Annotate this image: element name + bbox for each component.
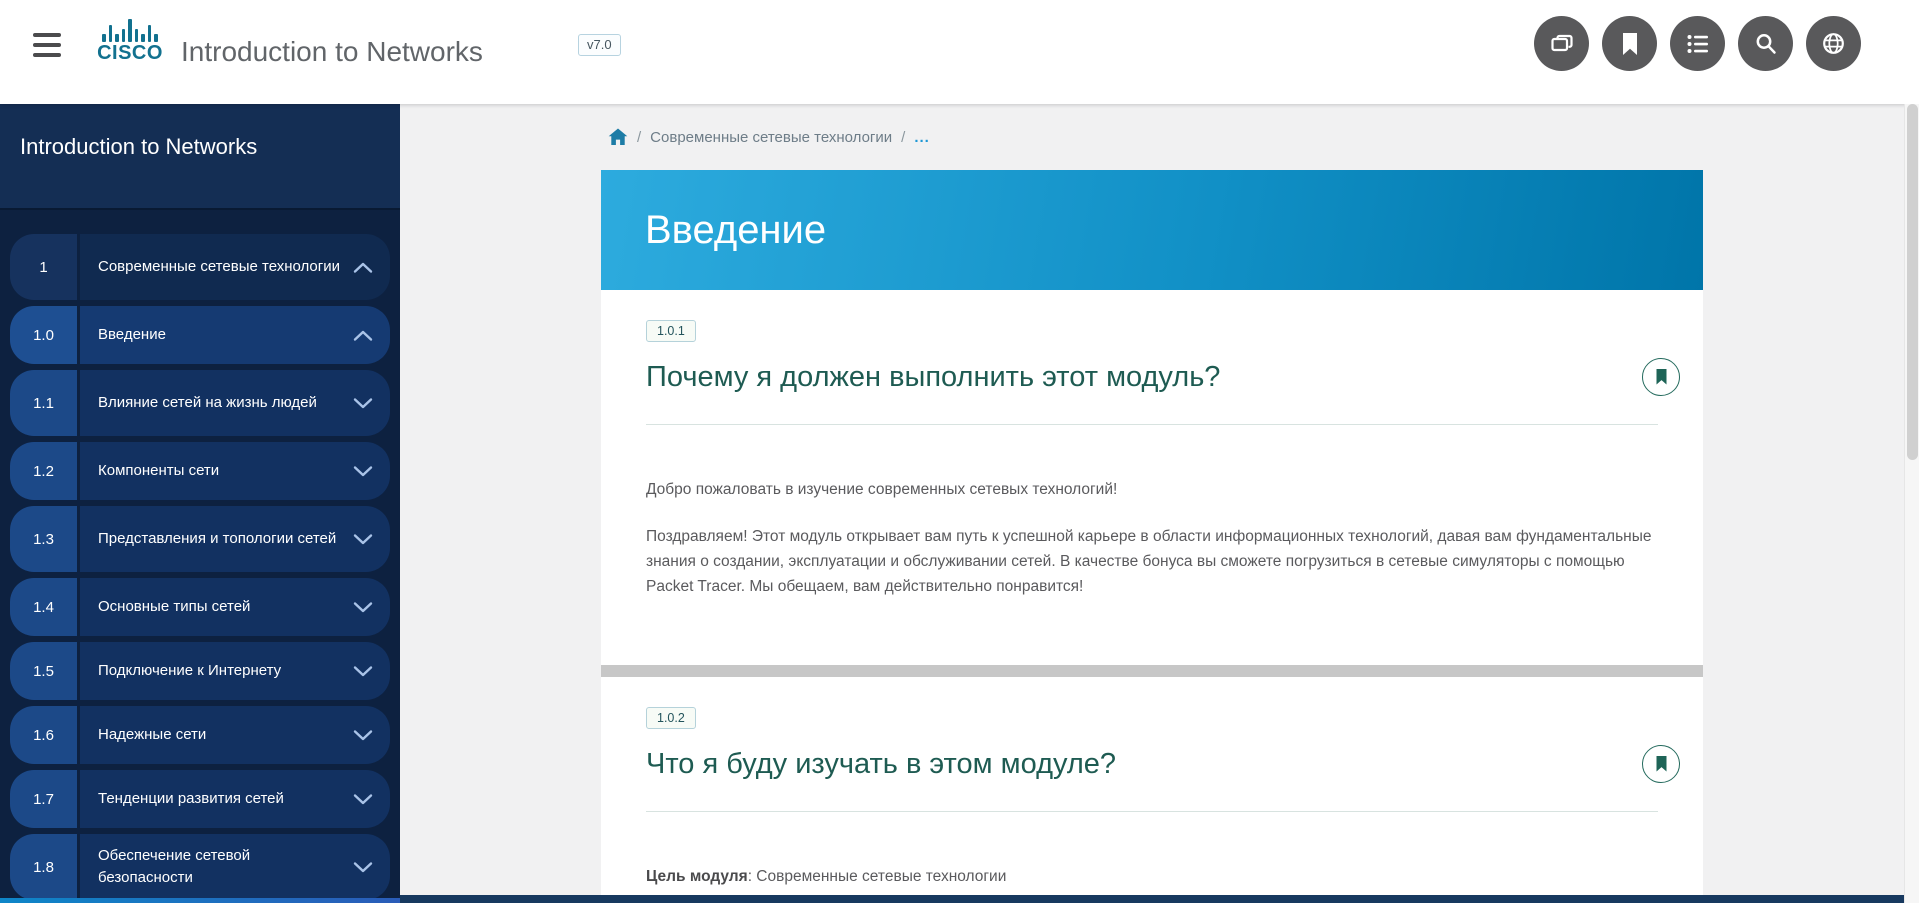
breadcrumb-separator: /	[637, 129, 641, 146]
sidebar-course-title: Introduction to Networks	[20, 134, 380, 160]
home-icon[interactable]	[608, 128, 628, 146]
chevron-up-icon	[352, 261, 374, 274]
topic-rule	[646, 424, 1658, 425]
topic-header: Что я буду изучать в этом модуле?	[646, 745, 1658, 783]
page-scrollbar-track[interactable]	[1904, 104, 1919, 903]
sidebar-item-number: 1.6	[10, 706, 77, 764]
sidebar-item-body: Подключение к Интернету	[80, 642, 390, 700]
module-banner-title: Введение	[645, 208, 826, 253]
sidebar-item-number: 1.8	[10, 834, 77, 900]
sidebar-item-1.3[interactable]: 1.3 Представления и топологии сетей	[10, 506, 390, 572]
sidebar-item-1[interactable]: 1 Современные сетевые технологии	[10, 234, 390, 300]
breadcrumb-more-link[interactable]: ...	[914, 129, 930, 146]
topic-title: Почему я должен выполнить этот модуль?	[646, 361, 1220, 394]
topic-number-badge: 1.0.1	[646, 320, 696, 342]
page-scrollbar-thumb[interactable]	[1907, 104, 1918, 460]
sidebar-bottom-bar	[0, 898, 400, 903]
sidebar-item-number: 1.3	[10, 506, 77, 572]
chevron-down-icon	[352, 665, 374, 678]
sections-container: 1.0.1 Почему я должен выполнить этот мод…	[601, 290, 1703, 890]
sidebar-item-label: Представления и топологии сетей	[98, 528, 352, 550]
cisco-wordmark: cisco	[95, 43, 165, 63]
sidebar-item-number: 1	[10, 234, 77, 300]
section-paragraph: Добро пожаловать в изучение современных …	[646, 477, 1658, 502]
sidebar-item-1.4[interactable]: 1.4 Основные типы сетей	[10, 578, 390, 636]
sidebar-item-label: Основные типы сетей	[98, 596, 352, 618]
sidebar-item-body: Компоненты сети	[80, 442, 390, 500]
sidebar-item-body: Современные сетевые технологии	[80, 234, 390, 300]
sidebar-item-1.8[interactable]: 1.8 Обеспечение сетевой безопасности	[10, 834, 390, 900]
app-header: cisco Introduction to Networks v7.0	[0, 0, 1919, 104]
sidebar-item-label: Введение	[98, 324, 352, 346]
chevron-up-icon	[352, 329, 374, 342]
sidebar-item-1.7[interactable]: 1.7 Тенденции развития сетей	[10, 770, 390, 828]
bookmark-icon[interactable]	[1602, 16, 1657, 71]
chevron-down-icon	[352, 793, 374, 806]
content-bottom-bar	[400, 895, 1904, 903]
sidebar-item-number: 1.5	[10, 642, 77, 700]
chevron-down-icon	[352, 397, 374, 410]
sidebar-item-body: Влияние сетей на жизнь людей	[80, 370, 390, 436]
paragraph-bold-label: Цель модуля	[646, 868, 748, 885]
sidebar-item-number: 1.7	[10, 770, 77, 828]
sidebar-item-label: Обеспечение сетевой безопасности	[98, 845, 352, 889]
hamburger-menu-icon[interactable]	[31, 30, 65, 60]
sidebar-item-label: Влияние сетей на жизнь людей	[98, 392, 352, 414]
version-badge: v7.0	[578, 34, 621, 56]
sidebar-item-number: 1.1	[10, 370, 77, 436]
main-area: / Современные сетевые технологии / ... В…	[400, 104, 1904, 903]
module-banner: Введение	[601, 170, 1703, 290]
course-title: Introduction to Networks	[181, 0, 483, 104]
header-toolbar	[1534, 16, 1861, 71]
topic-section-1.0.2: 1.0.2 Что я буду изучать в этом модуле? …	[601, 677, 1703, 889]
chevron-down-icon	[352, 465, 374, 478]
sidebar-item-body: Надежные сети	[80, 706, 390, 764]
topic-number-badge: 1.0.2	[646, 707, 696, 729]
sidebar-item-label: Компоненты сети	[98, 460, 352, 482]
chevron-down-icon	[352, 601, 374, 614]
sidebar-item-label: Надежные сети	[98, 724, 352, 746]
section-divider	[601, 665, 1703, 677]
topic-header: Почему я должен выполнить этот модуль?	[646, 358, 1658, 396]
bookmark-topic-button[interactable]	[1642, 745, 1680, 783]
globe-icon[interactable]	[1806, 16, 1861, 71]
breadcrumb: / Современные сетевые технологии / ...	[400, 104, 1904, 170]
list-icon[interactable]	[1670, 16, 1725, 71]
sidebar-item-body: Введение	[80, 306, 390, 364]
pages-icon[interactable]	[1534, 16, 1589, 71]
topic-rule	[646, 811, 1658, 812]
sidebar-item-1.5[interactable]: 1.5 Подключение к Интернету	[10, 642, 390, 700]
sidebar-item-label: Подключение к Интернету	[98, 660, 352, 682]
cisco-logo: cisco	[95, 16, 165, 63]
topic-title: Что я буду изучать в этом модуле?	[646, 748, 1116, 781]
course-sidebar: Introduction to Networks 1 Современные с…	[0, 104, 400, 903]
search-icon[interactable]	[1738, 16, 1793, 71]
sidebar-item-body: Представления и топологии сетей	[80, 506, 390, 572]
sidebar-item-body: Тенденции развития сетей	[80, 770, 390, 828]
sidebar-item-1.2[interactable]: 1.2 Компоненты сети	[10, 442, 390, 500]
sidebar-item-number: 1.4	[10, 578, 77, 636]
cisco-logo-bars-icon	[95, 16, 165, 42]
sidebar-item-body: Обеспечение сетевой безопасности	[80, 834, 390, 900]
breadcrumb-separator: /	[901, 129, 905, 146]
sidebar-item-number: 1.2	[10, 442, 77, 500]
chevron-down-icon	[352, 729, 374, 742]
sidebar-item-number: 1.0	[10, 306, 77, 364]
sidebar-nav: 1 Современные сетевые технологии 1.0 Вве…	[0, 210, 400, 900]
section-paragraph: Поздравляем! Этот модуль открывает вам п…	[646, 524, 1658, 599]
sidebar-item-label: Тенденции развития сетей	[98, 788, 352, 810]
chevron-down-icon	[352, 861, 374, 874]
breadcrumb-module-link[interactable]: Современные сетевые технологии	[650, 129, 892, 146]
content-card: Введение 1.0.1 Почему я должен выполнить…	[601, 170, 1703, 903]
sidebar-item-1.6[interactable]: 1.6 Надежные сети	[10, 706, 390, 764]
bookmark-topic-button[interactable]	[1642, 358, 1680, 396]
sidebar-header: Introduction to Networks	[0, 104, 400, 210]
topic-section-1.0.1: 1.0.1 Почему я должен выполнить этот мод…	[601, 290, 1703, 599]
sidebar-item-1.1[interactable]: 1.1 Влияние сетей на жизнь людей	[10, 370, 390, 436]
sidebar-item-label: Современные сетевые технологии	[98, 256, 352, 278]
section-paragraph: Цель модуля: Современные сетевые техноло…	[646, 864, 1658, 889]
chevron-down-icon	[352, 533, 374, 546]
sidebar-item-body: Основные типы сетей	[80, 578, 390, 636]
sidebar-item-1.0[interactable]: 1.0 Введение	[10, 306, 390, 364]
